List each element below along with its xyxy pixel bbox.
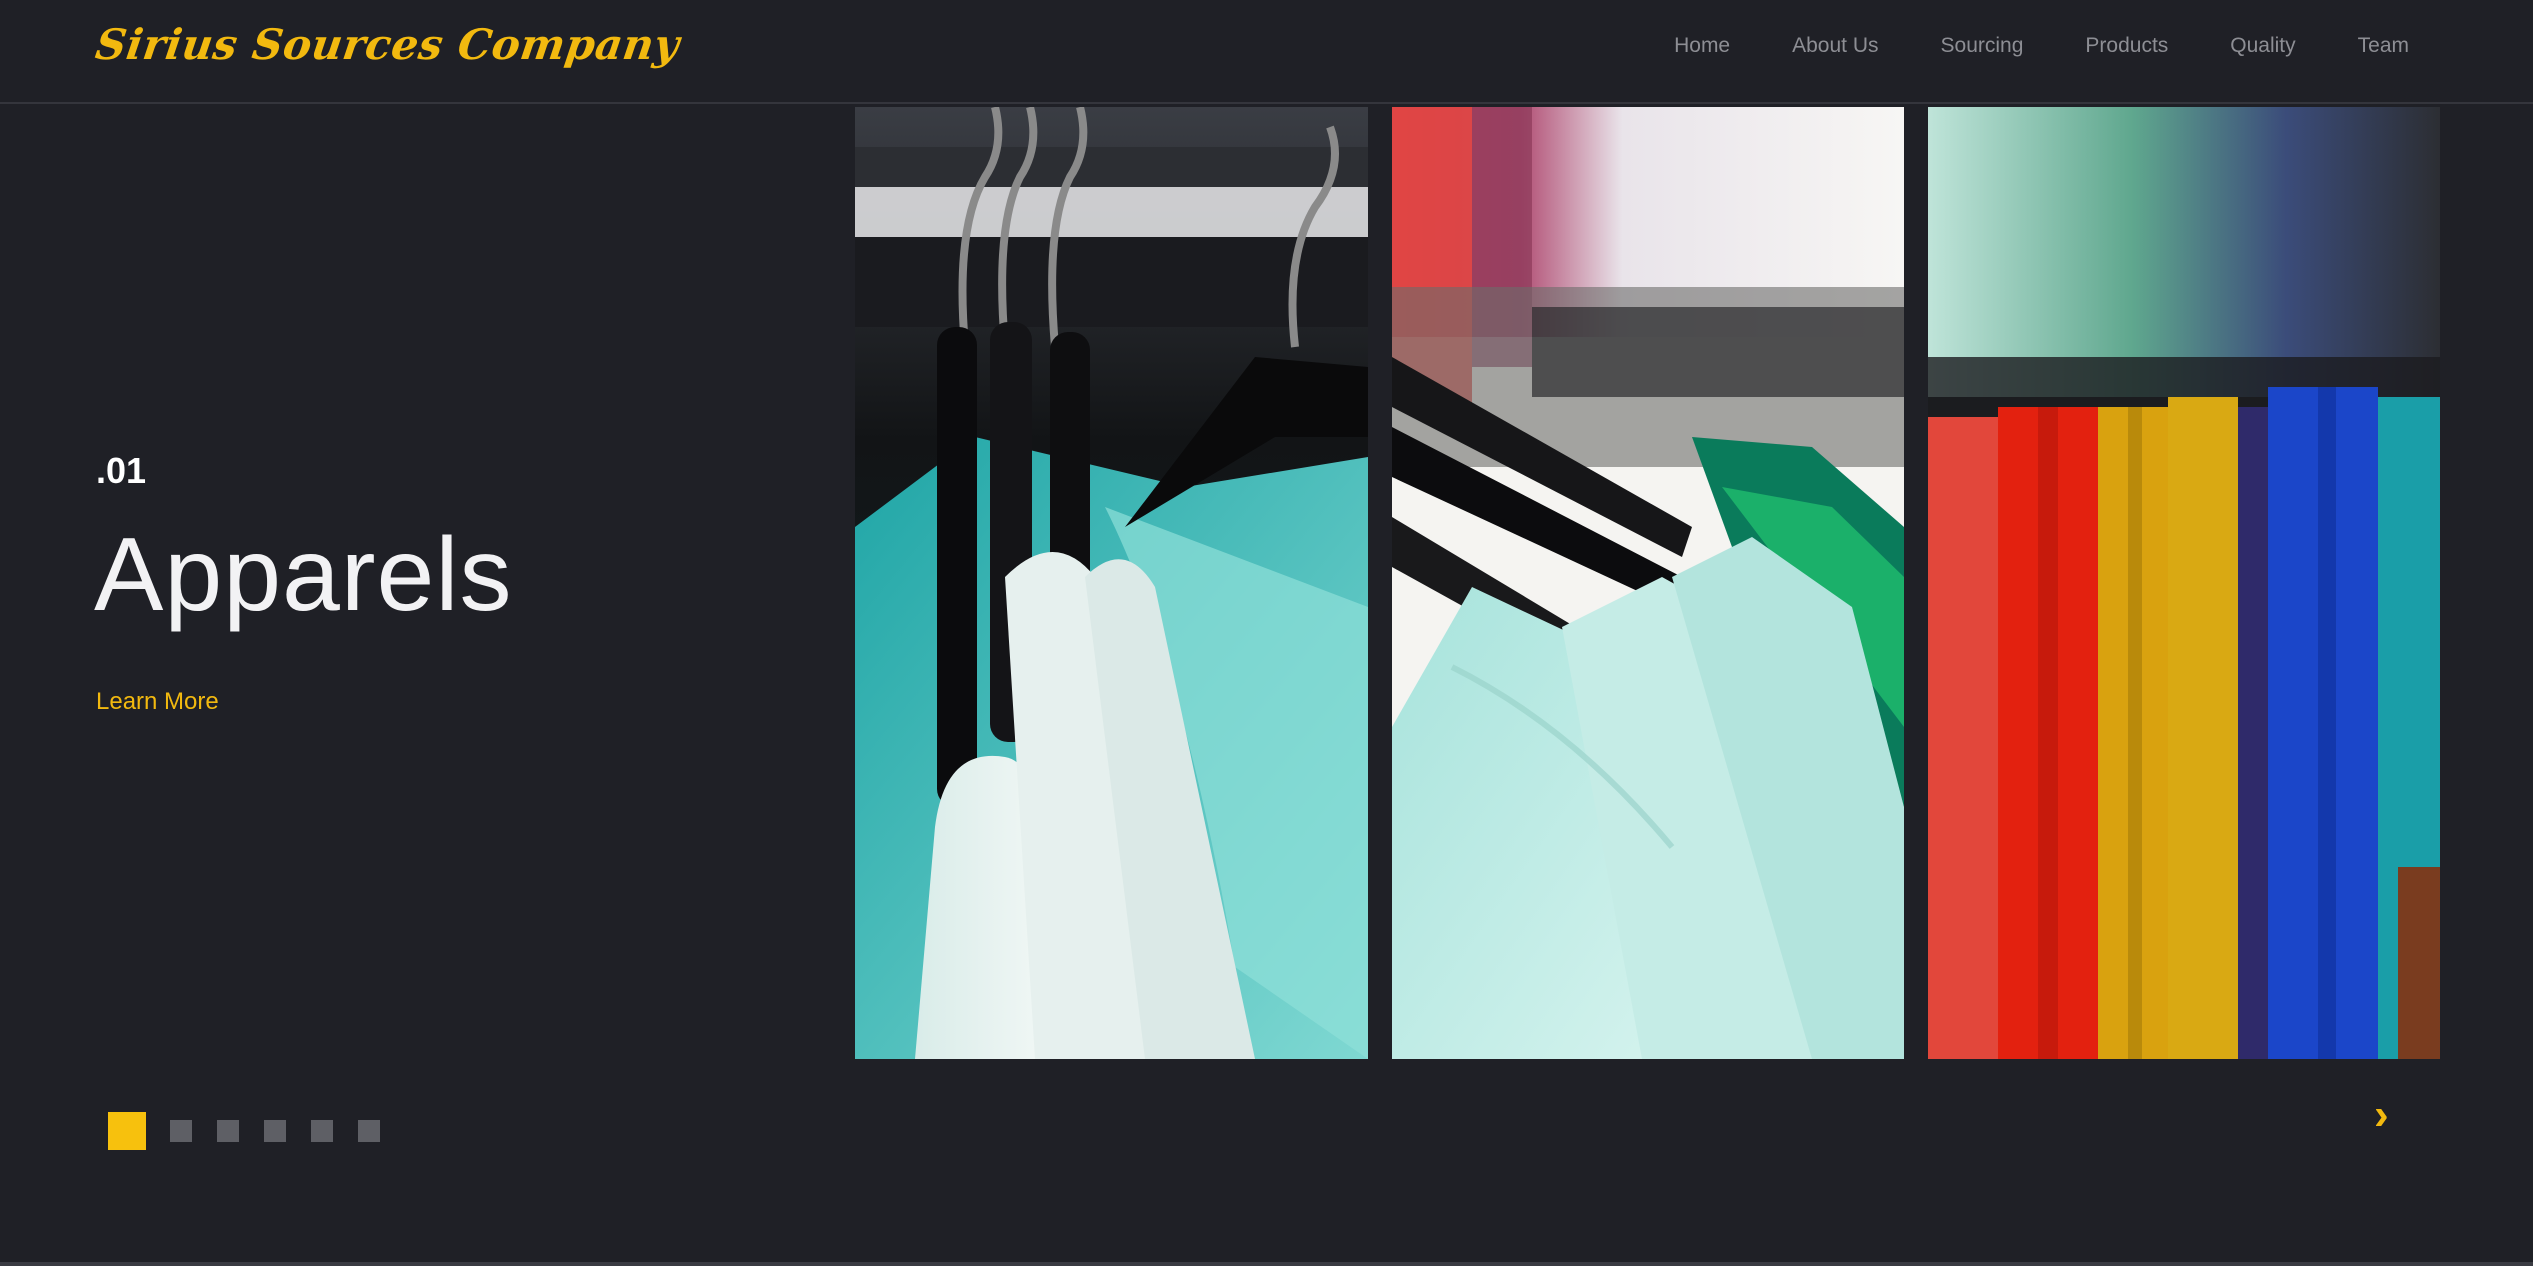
carousel-dot-5[interactable] [311,1120,333,1142]
site-header: Sirius Sources Company Home About Us Sou… [0,0,2533,104]
page: Sirius Sources Company Home About Us Sou… [0,0,2533,1266]
nav-about-us[interactable]: About Us [1792,34,1878,58]
main-nav: Home About Us Sourcing Products Quality … [1674,34,2409,58]
carousel-dot-2[interactable] [170,1120,192,1142]
bottom-divider [0,1262,2533,1266]
nav-home[interactable]: Home [1674,34,1730,58]
chevron-right-icon[interactable]: › [2374,1090,2389,1140]
carousel-dot-4[interactable] [264,1120,286,1142]
learn-more-link[interactable]: Learn More [96,688,219,716]
carousel-dot-6[interactable] [358,1120,380,1142]
clothes-on-hangers-teal-photo [855,107,1368,1059]
mint-shirts-on-rack-photo [1392,107,1904,1059]
carousel-pagination [108,1112,405,1150]
carousel-dot-3[interactable] [217,1120,239,1142]
slide-title: Apparels [94,517,513,633]
nav-quality[interactable]: Quality [2230,34,2295,58]
colorful-garments-rack-photo [1928,107,2440,1059]
carousel-dot-1[interactable] [108,1112,146,1150]
slide-number: .01 [96,450,147,491]
company-logo[interactable]: Sirius Sources Company [93,20,683,69]
nav-team[interactable]: Team [2358,34,2409,58]
nav-products[interactable]: Products [2085,34,2168,58]
nav-sourcing[interactable]: Sourcing [1941,34,2024,58]
